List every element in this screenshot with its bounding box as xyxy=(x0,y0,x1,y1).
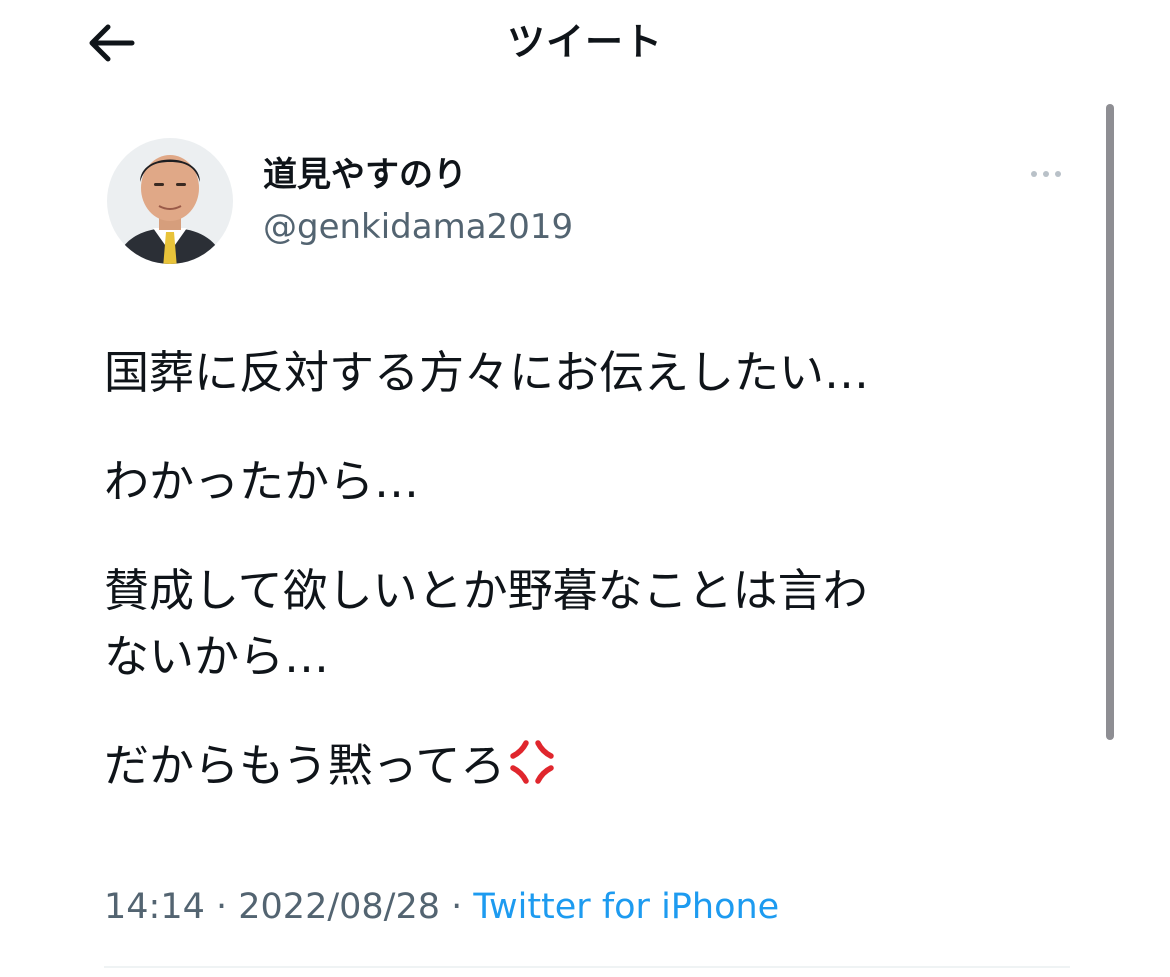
tweet-line: 賛成して欲しいとか野暮なことは言わ xyxy=(104,564,868,617)
tweet-source-link[interactable]: Twitter for iPhone xyxy=(473,887,779,927)
tweet-line-text: だからもう黙ってろ xyxy=(104,739,506,792)
meta-separator: · xyxy=(204,887,239,927)
tweet-line: わかったから… xyxy=(104,455,420,508)
author-display-name[interactable]: 道見やすのり xyxy=(263,152,467,198)
divider xyxy=(104,966,1070,968)
tweet-meta: 14:14 · 2022/08/28 · Twitter for iPhone xyxy=(104,882,779,932)
tweet-line: ないから… xyxy=(104,630,330,683)
avatar[interactable] xyxy=(105,128,235,274)
more-horizontal-icon[interactable] xyxy=(1024,160,1068,188)
author-handle[interactable]: @genkidama2019 xyxy=(263,204,573,250)
tweet-date: 2022/08/28 xyxy=(238,887,440,927)
tweet-time: 14:14 xyxy=(104,887,205,927)
tweet-line: 国葬に反対する方々にお伝えしたい… xyxy=(104,346,870,399)
profile-photo xyxy=(107,138,233,264)
tweet-line-last: だからもう黙ってろ xyxy=(104,733,1084,805)
anger-symbol-icon xyxy=(507,737,557,805)
tweet-text: 国葬に反対する方々にお伝えしたい… わかったから… 賛成して欲しいとか野暮なこと… xyxy=(104,340,1084,805)
meta-separator: · xyxy=(440,887,474,927)
top-bar: ツイート xyxy=(0,0,1170,90)
scrollbar[interactable] xyxy=(1106,104,1114,740)
page-title: ツイート xyxy=(506,20,663,64)
